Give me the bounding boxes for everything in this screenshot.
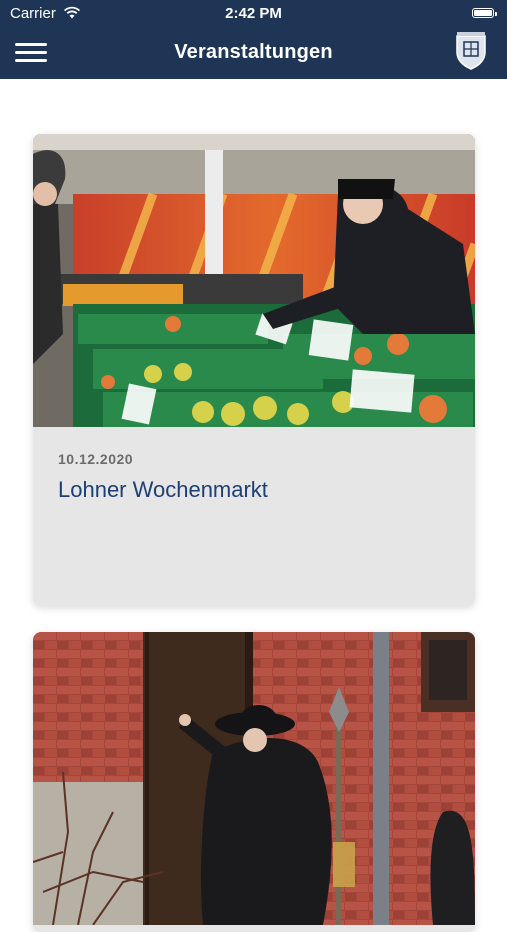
coat-of-arms-icon: [456, 32, 486, 70]
event-card[interactable]: 10.12.2020 Lohner Wochenmarkt: [33, 134, 475, 606]
event-meta: 10.12.2020 Lohner Wochenmarkt: [33, 427, 475, 503]
event-title[interactable]: Lohner Wochenmarkt: [58, 477, 450, 503]
app-header: Carrier 2:42 PM Veranstaltungen: [0, 0, 507, 79]
status-bar: Carrier 2:42 PM: [0, 0, 507, 28]
battery-icon: [472, 8, 497, 18]
event-card[interactable]: [33, 632, 475, 932]
status-time: 2:42 PM: [225, 5, 282, 22]
event-photo-market: [33, 134, 475, 427]
event-date: 10.12.2020: [58, 451, 134, 467]
event-photo-night-watchman: [33, 632, 475, 925]
page-title: Veranstaltungen: [174, 41, 333, 63]
